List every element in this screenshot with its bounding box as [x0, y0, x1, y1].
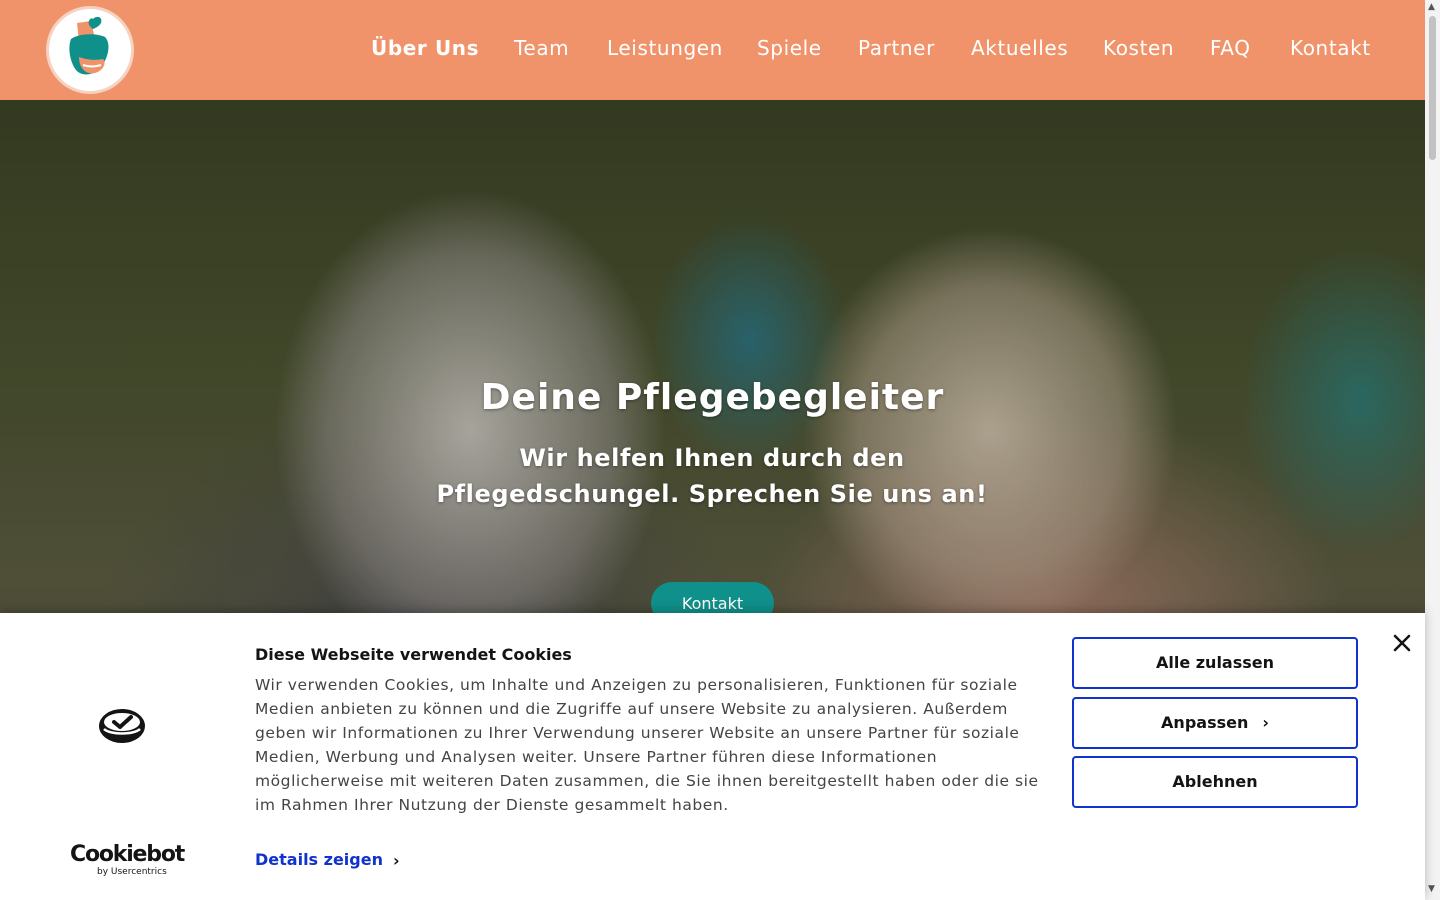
scroll-up-arrow-icon[interactable]: ▲ — [1428, 2, 1435, 12]
hands-heart-logo-icon — [54, 14, 126, 86]
allow-all-label: Alle zulassen — [1155, 653, 1275, 672]
nav-item-partner[interactable]: Partner — [858, 36, 935, 60]
cookie-banner: Cookiebot by Usercentrics Diese Webseite… — [0, 613, 1425, 900]
cookiebot-mark-icon — [98, 707, 146, 749]
reject-label: Ablehnen — [1172, 772, 1258, 791]
scroll-down-arrow-icon[interactable]: ▼ — [1428, 884, 1435, 894]
cookie-title: Diese Webseite verwendet Cookies — [255, 645, 572, 664]
site-logo[interactable] — [46, 6, 134, 94]
cookiebot-brand-name: Cookiebot — [70, 842, 185, 867]
chevron-right-icon: › — [1262, 713, 1269, 732]
nav-item-leistungen[interactable]: Leistungen — [607, 36, 723, 60]
page-scrollbar[interactable]: ▲ ▼ — [1425, 0, 1440, 900]
nav-item-spiele[interactable]: Spiele — [757, 36, 822, 60]
nav-item-kosten[interactable]: Kosten — [1103, 36, 1174, 60]
scrollbar-thumb[interactable] — [1429, 16, 1436, 160]
nav-item-faq[interactable]: FAQ — [1210, 36, 1251, 60]
hero-subtitle-line1: Wir helfen Ihnen durch den — [519, 444, 905, 472]
customize-button[interactable]: Anpassen › — [1072, 697, 1358, 749]
chevron-right-icon[interactable]: › — [393, 851, 400, 870]
hero-subtitle-line2: Pflegedschungel. Sprechen Sie uns an! — [436, 480, 988, 508]
nav-item-ueber-uns[interactable]: Über Uns — [371, 36, 479, 60]
cookiebot-brand[interactable]: Cookiebot by Usercentrics — [70, 842, 185, 878]
nav-item-team[interactable]: Team — [514, 36, 569, 60]
customize-label: Anpassen — [1161, 713, 1249, 732]
details-show-link[interactable]: Details zeigen — [255, 850, 383, 869]
nav-item-kontakt[interactable]: Kontakt — [1290, 36, 1371, 60]
reject-button[interactable]: Ablehnen — [1072, 756, 1358, 808]
hero-subtitle: Wir helfen Ihnen durch den Pflegedschung… — [412, 440, 1012, 512]
nav-item-aktuelles[interactable]: Aktuelles — [971, 36, 1068, 60]
cookie-body-text: Wir verwenden Cookies, um Inhalte und An… — [255, 676, 1039, 814]
cookiebot-brand-sub: by Usercentrics — [97, 867, 167, 877]
close-icon[interactable] — [1390, 631, 1414, 655]
site-header: Über Uns Team Leistungen Spiele Partner … — [0, 0, 1425, 100]
hero-title: Deine Pflegebegleiter — [480, 377, 945, 418]
allow-all-button[interactable]: Alle zulassen — [1072, 637, 1358, 689]
